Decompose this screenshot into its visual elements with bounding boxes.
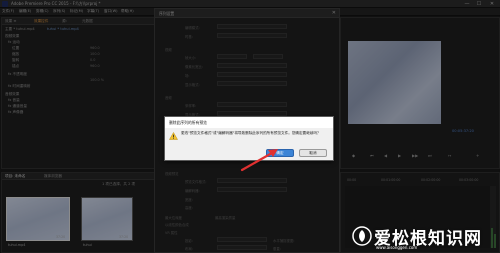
modal-message: 更改"预览文件格式"或"编解码器"将导致删除此序列的所有预览文件。您确定要继续吗…: [181, 131, 321, 135]
cancel-button[interactable]: 取消: [299, 149, 327, 157]
watermark-url: www.aisonggen.com: [376, 245, 418, 250]
watermark-logo-icon: [352, 226, 372, 246]
annotation-arrow-icon: [240, 149, 278, 172]
warning-icon: [169, 132, 178, 140]
modal-title: 删除此序列的所有预览: [169, 120, 207, 125]
modal-header: 删除此序列的所有预览: [165, 117, 333, 128]
watermark: 爱松根知识网 www.aisonggen.com: [352, 224, 500, 253]
